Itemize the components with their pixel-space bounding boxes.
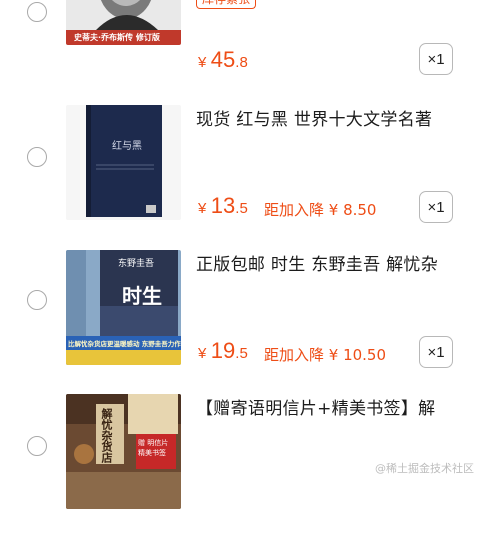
price-symbol: ¥ <box>198 200 207 217</box>
price-integer: 45 <box>210 47 236 72</box>
select-radio[interactable] <box>27 436 47 456</box>
product-thumbnail[interactable]: 红与黑 <box>66 105 181 220</box>
select-radio[interactable] <box>27 290 47 310</box>
cover-banner: 比解忧杂货店更温暖感动 东野圭吾力作 <box>68 340 181 348</box>
quantity-button[interactable]: ×1 <box>419 336 453 368</box>
price: ¥ 19.5 <box>198 338 248 364</box>
product-title[interactable]: 现货 红与黑 世界十大文学名著 <box>196 105 472 130</box>
stock-tag: 库存紧张 <box>196 0 257 9</box>
cart-item-1: 史蒂夫·乔布斯传 修订版 库存紧张 ¥ 45.8 ×1 <box>0 0 480 75</box>
cart-item-2: 红与黑 现货 红与黑 世界十大文学名著 ¥ 13.5 距加入降 ¥ 8.50 ×… <box>0 105 480 250</box>
product-title[interactable]: 【赠寄语明信片+精美书签】解 <box>196 394 472 419</box>
price-decimal: .5 <box>235 200 248 217</box>
product-title[interactable]: 正版包邮 时生 东野圭吾 解忧杂 <box>196 250 472 275</box>
select-radio[interactable] <box>27 147 47 167</box>
cart-item-3: 时生 东野圭吾 比解忧杂货店更温暖感动 东野圭吾力作 正版包邮 时生 东野圭吾 … <box>0 250 480 395</box>
price-integer: 19 <box>210 338 236 363</box>
cover-title: 时生 <box>122 284 162 308</box>
watermark: @稀土掘金技术社区 <box>375 462 474 475</box>
price: ¥ 13.5 <box>198 193 248 219</box>
quantity-button[interactable]: ×1 <box>419 43 453 75</box>
price-drop-text: 距加入降 ¥ 10.50 <box>264 346 387 364</box>
price-symbol: ¥ <box>198 345 207 362</box>
price-decimal: .8 <box>235 54 248 71</box>
price: ¥ 45.8 <box>198 47 248 73</box>
red-black-cover-image <box>66 105 181 220</box>
cover-author: 东野圭吾 <box>118 259 155 269</box>
product-thumbnail[interactable]: 时生 东野圭吾 比解忧杂货店更温暖感动 东野圭吾力作 <box>66 250 181 365</box>
select-radio[interactable] <box>27 2 47 22</box>
price-drop-text: 距加入降 ¥ 8.50 <box>264 201 377 219</box>
cover-badge: 赠 明信片 精美书签 <box>138 439 169 457</box>
quantity-button[interactable]: ×1 <box>419 191 453 223</box>
price-integer: 13 <box>210 193 236 218</box>
cover-title: 解忧杂货店 <box>100 408 113 463</box>
cover-title: 红与黑 <box>112 141 142 152</box>
price-symbol: ¥ <box>198 54 207 71</box>
price-decimal: .5 <box>235 345 248 362</box>
product-thumbnail[interactable]: 解忧杂货店 赠 明信片 精美书签 <box>66 394 181 509</box>
cover-caption: 史蒂夫·乔布斯传 修订版 <box>74 33 160 42</box>
product-thumbnail[interactable]: 史蒂夫·乔布斯传 修订版 <box>66 0 181 45</box>
